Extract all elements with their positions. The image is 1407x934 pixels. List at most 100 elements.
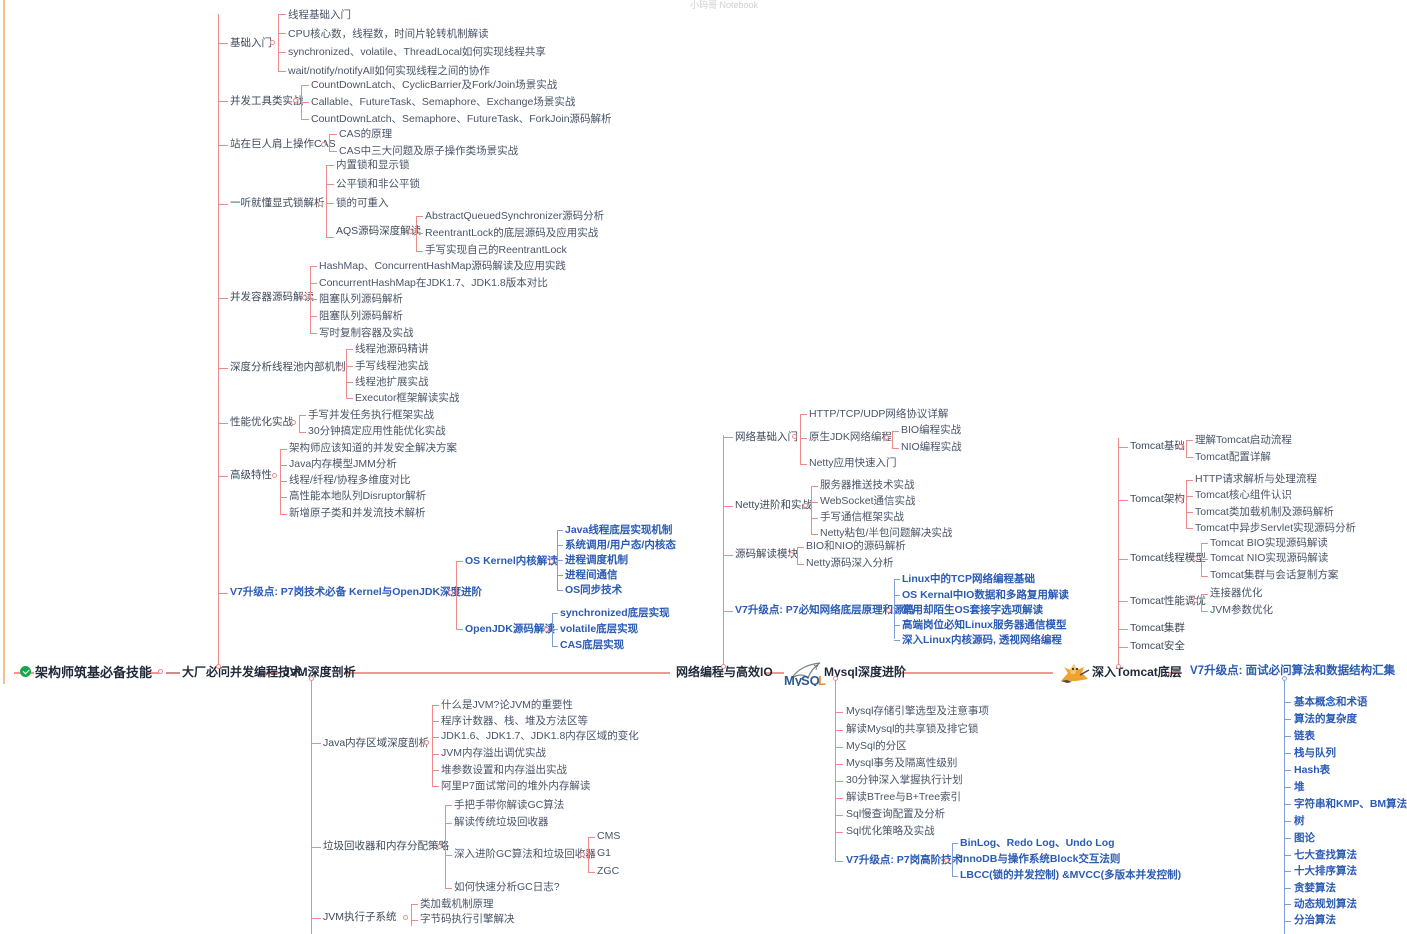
leaf-mysqlv7-1[interactable]: InnoDB与操作系统Block交互法则 <box>960 854 1120 865</box>
branch-label-3[interactable]: 一听就懂显式锁解析 <box>230 198 325 209</box>
leaf-b7-0[interactable]: 架构师应该知道的并发安全解决方案 <box>289 443 457 454</box>
leaf-jvm1-3[interactable]: 如何快速分析GC日志? <box>454 882 560 893</box>
jvm-branch-label-1[interactable]: 垃圾回收器和内存分配策略 <box>323 841 449 852</box>
leaf-b2-1[interactable]: CAS中三大问题及原子操作类场景实战 <box>339 146 518 157</box>
leaf-jvm2-1[interactable]: 字节码执行引擎解决 <box>420 914 515 925</box>
leaf-mysql-0[interactable]: Mysql存储引擎选型及注意事项 <box>846 706 989 717</box>
leaf-net0-1[interactable]: 原生JDK网络编程 <box>809 432 892 443</box>
branch-label-0[interactable]: 基础入门 <box>230 38 272 49</box>
leaf-mysqlv7-2[interactable]: LBCC(锁的并发控制) &MVCC(多版本并发控制) <box>960 870 1181 881</box>
leaf-jvm0-4[interactable]: 堆参数设置和内存溢出实战 <box>441 765 567 776</box>
leaf-b3sub-2[interactable]: 手写实现自己的ReentrantLock <box>425 245 567 256</box>
leaf-b4-0[interactable]: HashMap、ConcurrentHashMap源码解读及应用实践 <box>319 261 566 272</box>
leaf-b5-2[interactable]: 线程池扩展实战 <box>355 377 429 388</box>
leaf-mysql-6[interactable]: Sql慢查询配置及分析 <box>846 809 945 820</box>
leaf-algo-9[interactable]: 七大查找算法 <box>1294 850 1357 861</box>
leaf-mysql-2[interactable]: MySql的分区 <box>846 741 907 752</box>
leaf-gc-0[interactable]: CMS <box>597 831 620 842</box>
branch-label-5[interactable]: 深度分析线程池内部机制 <box>230 362 346 373</box>
leaf-b3sub-1[interactable]: ReentrantLock的底层源码及应用实战 <box>425 228 598 239</box>
leaf-algo-8[interactable]: 图论 <box>1294 833 1315 844</box>
leaf-netv7-4[interactable]: 深入Linux内核源码, 透视网络编程 <box>902 635 1062 646</box>
leaf-b1-2[interactable]: CountDownLatch、Semaphore、FutureTask、Fork… <box>311 114 612 125</box>
leaf-b6-1[interactable]: 30分钟搞定应用性能优化实战 <box>308 426 446 437</box>
leaf-b3sub-0[interactable]: AbstractQueuedSynchronizer源码分析 <box>425 211 604 222</box>
leaf-mysql-5[interactable]: 解读BTree与B+Tree索引 <box>846 792 961 803</box>
leaf-netv7-1[interactable]: OS Kernal中IO数据和多路复用解读 <box>902 590 1069 601</box>
root-tomcat-label[interactable]: 深入Tomcat底层 <box>1092 666 1182 678</box>
leaf-osk-2[interactable]: 进程调度机制 <box>565 555 628 566</box>
leaf-b4-2[interactable]: 阻塞队列源码解析 <box>319 294 403 305</box>
leaf-b4-3[interactable]: 阻塞队列源码解析 <box>319 311 403 322</box>
leaf-gc-2[interactable]: ZGC <box>597 866 619 877</box>
leaf-b4-1[interactable]: ConcurrentHashMap在JDK1.7、JDK1.8版本对比 <box>319 278 548 289</box>
leaf-ojdk-0[interactable]: synchronized底层实现 <box>560 608 670 619</box>
leaf-net1-0[interactable]: 服务器推送技术实战 <box>820 480 915 491</box>
leaf-net1-3[interactable]: Netty粘包/半包问题解决实战 <box>820 528 952 539</box>
root-algo-label[interactable]: V7升级点: 面试必问算法和数据结构汇集 <box>1190 665 1395 678</box>
leaf-jvm0-5[interactable]: 阿里P7面试常问的堆外内存解读 <box>441 781 590 792</box>
leaf-b5-0[interactable]: 线程池源码精讲 <box>355 344 429 355</box>
leaf-gc-1[interactable]: G1 <box>597 848 611 859</box>
leaf-tc1-0[interactable]: HTTP请求解析与处理流程 <box>1195 474 1317 485</box>
leaf-netv7-2[interactable]: 常用却陌生OS套接字选项解读 <box>902 605 1043 616</box>
leaf-b0-3[interactable]: wait/notify/notifyAll如何实现线程之间的协作 <box>288 66 490 77</box>
leaf-b1-0[interactable]: CountDownLatch、CyclicBarrier及Fork/Join场景… <box>311 80 557 91</box>
leaf-jvm0-2[interactable]: JDK1.6、JDK1.7、JDK1.8内存区域的变化 <box>441 731 639 742</box>
leaf-net0-2[interactable]: Netty应用快速入门 <box>809 458 897 469</box>
leaf-algo-10[interactable]: 十大排序算法 <box>1294 866 1357 877</box>
leaf-mysql-7[interactable]: Sql优化策略及实战 <box>846 826 935 837</box>
leaf-tc3-1[interactable]: JVM参数优化 <box>1210 605 1273 616</box>
leaf-algo-1[interactable]: 算法的复杂度 <box>1294 714 1357 725</box>
leaf-algo-11[interactable]: 贪婪算法 <box>1294 883 1336 894</box>
leaf-algo-7[interactable]: 树 <box>1294 816 1305 827</box>
leaf-tc2-2[interactable]: Tomcat集群与会话复制方案 <box>1210 570 1338 581</box>
leaf-osk-3[interactable]: 进程间通信 <box>565 570 618 581</box>
leaf-b7-1[interactable]: Java内存模型JMM分析 <box>289 459 397 470</box>
leaf-net1-1[interactable]: WebSocket通信实战 <box>820 496 916 507</box>
net-branch-label-0[interactable]: 网络基础入门 <box>735 432 798 443</box>
leaf-tc2-1[interactable]: Tomcat NIO实现源码解读 <box>1210 553 1328 564</box>
leaf-net1-2[interactable]: 手写通信框架实战 <box>820 512 904 523</box>
leaf-osk-0[interactable]: Java线程底层实现机制 <box>565 525 672 536</box>
leaf-b1-1[interactable]: Callable、FutureTask、Semaphore、Exchange场景… <box>311 97 575 108</box>
root-main-label[interactable]: 架构师筑基必备技能 <box>35 666 152 679</box>
leaf-tc3-0[interactable]: 连接器优化 <box>1210 588 1263 599</box>
branch-label-7[interactable]: 高级特性 <box>230 470 272 481</box>
leaf-b0-1[interactable]: CPU核心数，线程数，时间片轮转机制解读 <box>288 29 489 40</box>
leaf-b7-4[interactable]: 新增原子类和并发流技术解析 <box>289 508 426 519</box>
leaf-jvm2-0[interactable]: 类加载机制原理 <box>420 899 494 910</box>
tomcat-branch-label-5[interactable]: Tomcat安全 <box>1130 641 1185 652</box>
leaf-mysqlv7-0[interactable]: BinLog、Redo Log、Undo Log <box>960 838 1115 849</box>
leaf-jvm0-1[interactable]: 程序计数器、栈、堆及方法区等 <box>441 716 588 727</box>
leaf-algo-4[interactable]: Hash表 <box>1294 765 1330 776</box>
tomcat-branch-label-0[interactable]: Tomcat基础 <box>1130 441 1185 452</box>
leaf-jvm0-3[interactable]: JVM内存溢出调优实战 <box>441 748 546 759</box>
leaf-jvm1-0[interactable]: 手把手带你解读GC算法 <box>454 800 564 811</box>
leaf-tc1-1[interactable]: Tomcat核心组件认识 <box>1195 490 1292 501</box>
leaf-algo-3[interactable]: 栈与队列 <box>1294 748 1336 759</box>
leaf-b3-0[interactable]: 内置锁和显示锁 <box>336 160 410 171</box>
leaf-algo-0[interactable]: 基本概念和术语 <box>1294 697 1368 708</box>
leaf-mysql-1[interactable]: 解读Mysql的共享锁及排它锁 <box>846 724 978 735</box>
leaf-tc1-3[interactable]: Tomcat中异步Servlet实现源码分析 <box>1195 523 1356 534</box>
leaf-mysql-3[interactable]: Mysql事务及隔离性级别 <box>846 758 957 769</box>
leaf-tc1-2[interactable]: Tomcat类加载机制及源码解析 <box>1195 507 1334 518</box>
leaf-b0-2[interactable]: synchronized、volatile、ThreadLocal如何实现线程共… <box>288 47 546 58</box>
leaf-net0-0[interactable]: HTTP/TCP/UDP网络协议详解 <box>809 409 948 420</box>
jvm-branch-label-0[interactable]: Java内存区域深度剖析 <box>323 738 429 749</box>
leaf-netv7-0[interactable]: Linux中的TCP网络编程基础 <box>902 574 1035 585</box>
leaf-tc0-1[interactable]: Tomcat配置详解 <box>1195 452 1271 463</box>
leaf-ojdk-2[interactable]: CAS底层实现 <box>560 640 624 651</box>
leaf-net2-1[interactable]: Netty源码深入分析 <box>806 558 894 569</box>
leaf-b3-1[interactable]: 公平锁和非公平锁 <box>336 179 420 190</box>
leaf-b2-0[interactable]: CAS的原理 <box>339 129 392 140</box>
leaf-b7-3[interactable]: 高性能本地队列Disruptor解析 <box>289 491 426 502</box>
upgrade-group-label-0[interactable]: OS Kernel内核解读 <box>465 556 558 567</box>
tomcat-branch-label-4[interactable]: Tomcat集群 <box>1130 623 1185 634</box>
leaf-net2-0[interactable]: BIO和NIO的源码解析 <box>806 541 906 552</box>
leaf-ojdk-1[interactable]: volatile底层实现 <box>560 624 638 635</box>
leaf-b7-2[interactable]: 线程/纤程/协程多维度对比 <box>289 475 410 486</box>
leaf-algo-12[interactable]: 动态规划算法 <box>1294 899 1357 910</box>
leaf-osk-1[interactable]: 系统调用/用户态/内核态 <box>565 540 676 551</box>
